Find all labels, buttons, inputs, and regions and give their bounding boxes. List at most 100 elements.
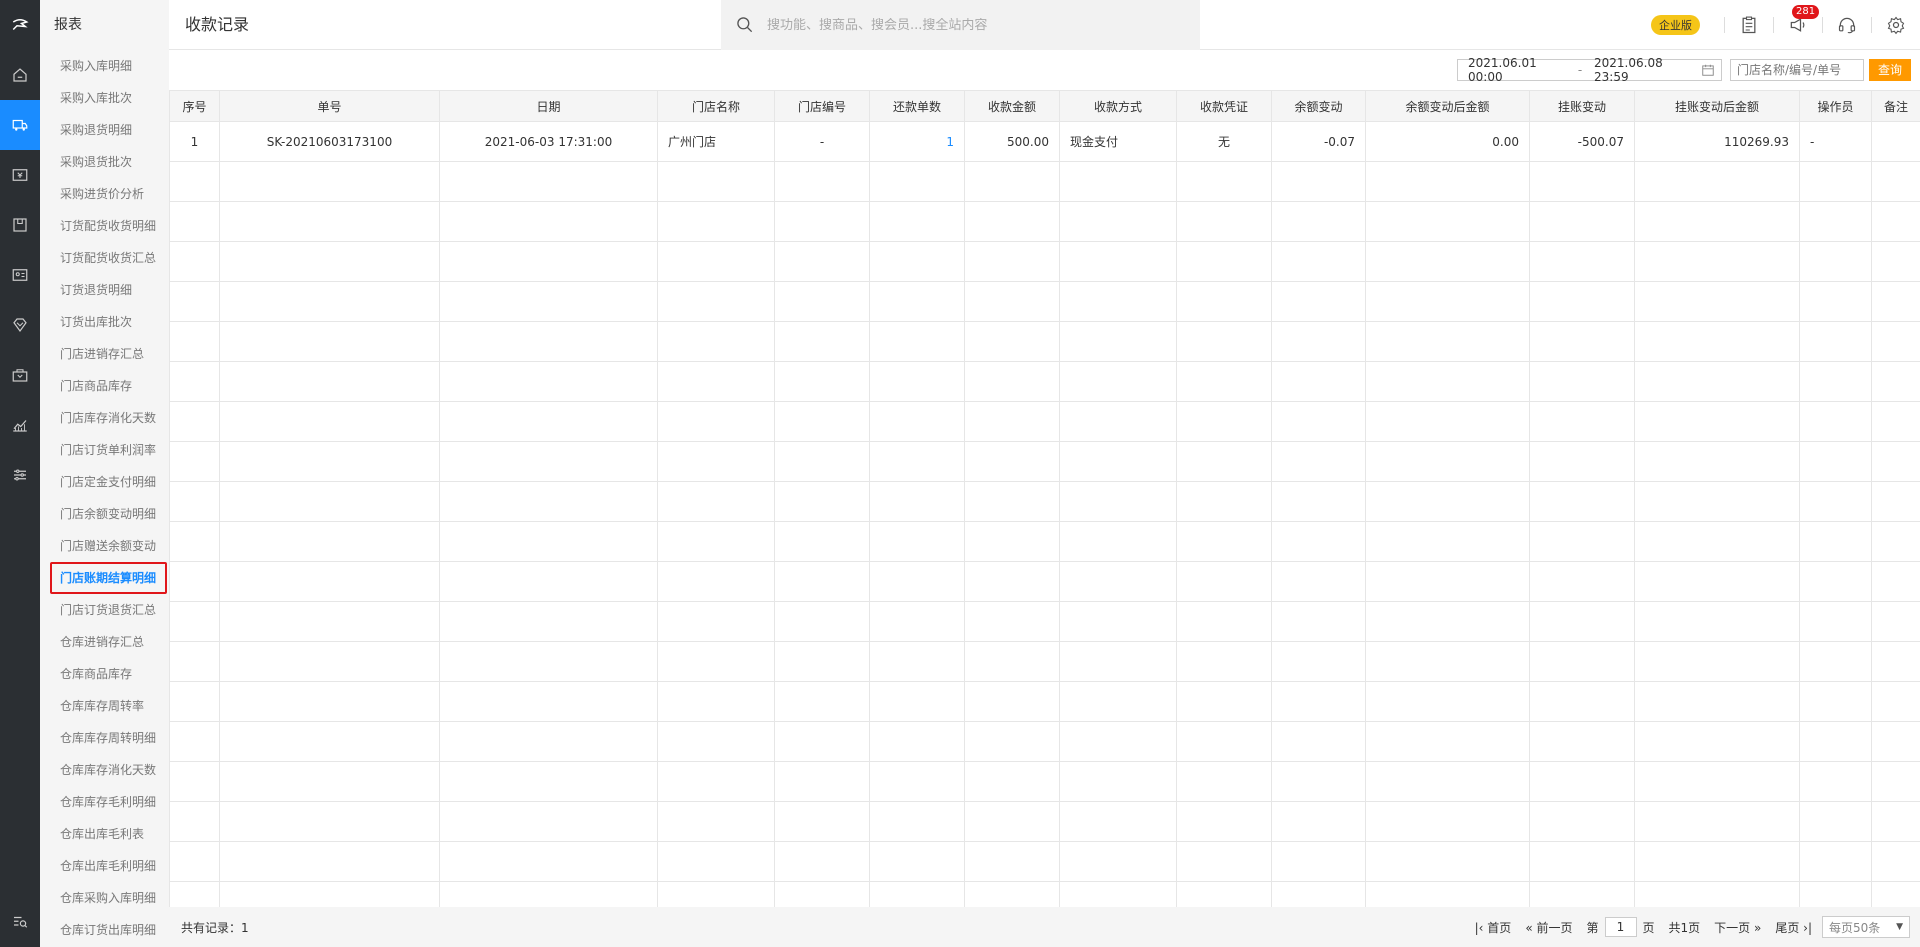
last-page-button[interactable]: 尾页 ›| — [1775, 919, 1812, 936]
table-cell[interactable]: 1 — [869, 121, 965, 162]
empty-cell — [1059, 601, 1177, 642]
empty-cell — [869, 761, 965, 802]
submenu-item[interactable]: 仓库采购入库明细 — [40, 882, 169, 914]
headset-icon[interactable] — [1835, 13, 1859, 37]
submenu-item[interactable]: 仓库出库毛利明细 — [40, 850, 169, 882]
table-row[interactable]: 1 SK-20210603173100 2021-06-03 17:31:00 广州门… — [169, 121, 1920, 162]
empty-cell — [1176, 161, 1272, 202]
submenu-item[interactable]: 采购退货明细 — [40, 114, 169, 146]
global-search[interactable] — [721, 0, 1200, 50]
report-icon[interactable] — [0, 400, 40, 450]
submenu-item[interactable]: 仓库商品库存 — [40, 658, 169, 690]
calendar-icon[interactable] — [1700, 62, 1716, 78]
date-end[interactable]: 2021.06.08 23:59 — [1590, 56, 1700, 84]
table-cell: 现金支付 — [1059, 121, 1177, 162]
submenu-item[interactable]: 采购入库批次 — [40, 82, 169, 114]
submenu-item[interactable]: 仓库库存毛利明细 — [40, 786, 169, 818]
empty-cell — [1176, 241, 1272, 282]
empty-cell — [1529, 841, 1635, 882]
submenu-item[interactable]: 仓库出库毛利表 — [40, 818, 169, 850]
empty-cell — [1529, 601, 1635, 642]
empty-cell — [1799, 801, 1872, 842]
announcement-icon[interactable]: 281 — [1786, 5, 1820, 37]
finance-icon[interactable] — [0, 350, 40, 400]
submenu-item[interactable]: 仓库订货出库明细 — [40, 914, 169, 946]
clipboard-icon[interactable] — [1737, 13, 1761, 37]
empty-cell — [1271, 361, 1366, 402]
table-cell: 1 — [169, 121, 220, 162]
next-page-button[interactable]: 下一页 » — [1714, 919, 1761, 936]
submenu-item[interactable]: 采购退货批次 — [40, 146, 169, 178]
empty-cell — [657, 241, 775, 282]
submenu-item[interactable]: 订货配货收货汇总 — [40, 242, 169, 274]
submenu-item[interactable]: 门店余额变动明细 — [40, 498, 169, 530]
empty-cell — [774, 801, 870, 842]
query-button[interactable]: 查询 — [1869, 59, 1911, 81]
submenu-item[interactable]: 订货退货明细 — [40, 274, 169, 306]
empty-cell — [869, 521, 965, 562]
submenu-item[interactable]: 仓库进销存汇总 — [40, 626, 169, 658]
inventory-icon[interactable] — [0, 200, 40, 250]
empty-cell — [1365, 561, 1530, 602]
logo-icon[interactable] — [0, 0, 40, 50]
page-number-input[interactable]: 1 — [1604, 917, 1637, 937]
gear-icon[interactable] — [1884, 13, 1908, 37]
empty-cell — [219, 761, 440, 802]
empty-cell — [964, 481, 1060, 522]
empty-cell — [657, 801, 775, 842]
submenu-item[interactable]: 仓库库存周转明细 — [40, 722, 169, 754]
date-range-picker[interactable]: 2021.06.01 00:00 - 2021.06.08 23:59 — [1457, 56, 1722, 84]
submenu-item[interactable]: 门店订货退货汇总 — [40, 594, 169, 626]
next-page-label: 下一页 — [1714, 920, 1751, 935]
submenu-item[interactable]: 门店商品库存 — [40, 370, 169, 402]
empty-cell — [439, 321, 658, 362]
submenu-item[interactable]: 门店账期结算明细 — [50, 562, 167, 594]
first-page-icon: |‹ — [1474, 920, 1488, 935]
submenu-item[interactable]: 订货出库批次 — [40, 306, 169, 338]
table-cell: 110269.93 — [1634, 121, 1800, 162]
settings-icon[interactable] — [0, 450, 40, 500]
search-input[interactable] — [767, 17, 1167, 33]
submenu-item[interactable]: 仓库库存消化天数 — [40, 754, 169, 786]
empty-cell — [1365, 201, 1530, 242]
per-page-select[interactable]: 每页50条 ▼ — [1822, 916, 1910, 938]
submenu-item[interactable]: 采购入库明细 — [40, 50, 169, 82]
empty-cell — [657, 761, 775, 802]
empty-cell — [1059, 361, 1177, 402]
empty-cell — [1529, 681, 1635, 722]
empty-cell — [1271, 721, 1366, 762]
submenu-item[interactable]: 门店进销存汇总 — [40, 338, 169, 370]
empty-cell — [1059, 721, 1177, 762]
empty-cell — [1529, 401, 1635, 442]
member-icon[interactable] — [0, 250, 40, 300]
submenu-item[interactable]: 门店库存消化天数 — [40, 402, 169, 434]
empty-cell — [169, 681, 220, 722]
submenu-item[interactable]: 门店定金支付明细 — [40, 466, 169, 498]
search-menu-icon[interactable] — [0, 907, 40, 937]
empty-cell — [964, 401, 1060, 442]
table-cell: - — [1799, 121, 1872, 162]
sales-icon[interactable] — [0, 150, 40, 200]
empty-cell — [439, 441, 658, 482]
marketing-icon[interactable] — [0, 300, 40, 350]
empty-cell — [657, 161, 775, 202]
empty-cell — [1059, 801, 1177, 842]
first-page-button[interactable]: |‹ 首页 — [1475, 919, 1512, 936]
empty-cell — [657, 681, 775, 722]
submenu-item[interactable]: 订货配货收货明细 — [40, 210, 169, 242]
empty-row — [169, 601, 1920, 642]
submenu-item[interactable]: 采购进货价分析 — [40, 178, 169, 210]
prev-page-button[interactable]: « 前一页 — [1525, 919, 1572, 936]
submenu-item[interactable]: 仓库库存周转率 — [40, 690, 169, 722]
empty-cell — [1176, 361, 1272, 402]
purchase-icon[interactable] — [0, 100, 40, 150]
empty-cell — [1799, 761, 1872, 802]
home-icon[interactable] — [0, 50, 40, 100]
submenu-item[interactable]: 门店订货单利润率 — [40, 434, 169, 466]
date-start[interactable]: 2021.06.01 00:00 — [1458, 56, 1570, 84]
empty-cell — [219, 601, 440, 642]
empty-cell — [1529, 801, 1635, 842]
empty-cell — [964, 641, 1060, 682]
store-search-input[interactable] — [1730, 59, 1864, 81]
submenu-item[interactable]: 门店赠送余额变动 — [40, 530, 169, 562]
